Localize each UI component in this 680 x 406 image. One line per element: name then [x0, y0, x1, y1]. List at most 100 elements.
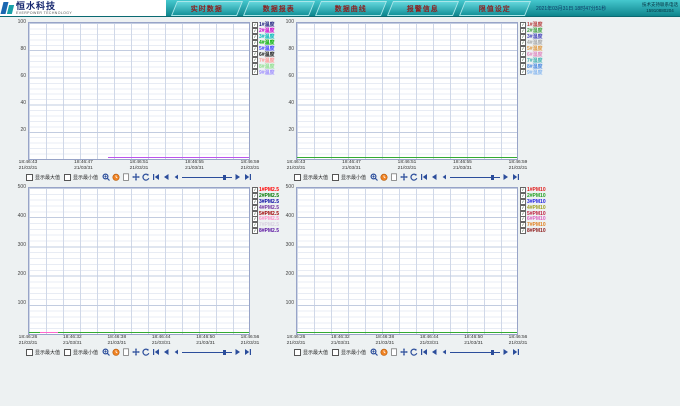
last-icon[interactable]: [512, 173, 520, 181]
y-axis-tick: 100: [270, 301, 294, 306]
page-icon[interactable]: [122, 173, 130, 181]
last-icon[interactable]: [244, 173, 252, 181]
zoom-in-icon[interactable]: [370, 348, 378, 356]
checkbox-min[interactable]: [64, 174, 71, 181]
pan-icon[interactable]: [132, 348, 140, 356]
zoom-in-icon[interactable]: [102, 173, 110, 181]
checkbox-min[interactable]: [64, 349, 71, 356]
pan-icon[interactable]: [132, 173, 140, 181]
y-axis-tick: 20: [270, 128, 294, 133]
x-axis-tick: 18:46:4321/03/31: [287, 160, 306, 171]
y-axis-tick: 400: [2, 214, 26, 219]
y-axis-tick: 500: [270, 185, 294, 190]
y-axis-tick: 500: [2, 185, 26, 190]
y-axis-tick: 60: [2, 74, 26, 79]
legend-item[interactable]: ✓9#湿度: [520, 69, 543, 75]
tab-label: 报警信息: [407, 4, 439, 14]
step-back-icon[interactable]: [440, 348, 448, 356]
x-axis: 18:46:2621/03/3118:46:3221/03/3118:46:38…: [296, 335, 518, 347]
refresh-icon[interactable]: [410, 173, 418, 181]
legend-checkbox[interactable]: ✓: [520, 69, 526, 75]
checkbox-max[interactable]: [294, 174, 301, 181]
x-axis-tick: 18:46:3821/03/31: [107, 335, 126, 346]
x-axis: 18:46:2621/03/3118:46:3221/03/3118:46:38…: [28, 335, 250, 347]
page-icon[interactable]: [122, 348, 130, 356]
tab-3[interactable]: 数据曲线: [315, 1, 387, 16]
series-line: [40, 332, 58, 333]
timer-icon[interactable]: [112, 173, 120, 181]
first-icon[interactable]: [152, 348, 160, 356]
checkbox-max[interactable]: [26, 349, 33, 356]
tab-label: 实时数据: [191, 4, 223, 14]
tab-4[interactable]: 报警信息: [387, 1, 459, 16]
chart-plot-pm10: [296, 187, 518, 335]
time-scrollbar-thumb[interactable]: [223, 350, 226, 355]
pan-icon[interactable]: [400, 173, 408, 181]
logo-icon: [2, 2, 13, 14]
timer-icon[interactable]: [380, 173, 388, 181]
next-icon[interactable]: [234, 348, 242, 356]
legend-label: 9#湿度: [527, 69, 543, 76]
zoom-in-icon[interactable]: [102, 348, 110, 356]
legend-item[interactable]: ✓8#PM10: [520, 228, 546, 234]
y-axis-tick: 100: [270, 20, 294, 25]
time-scrollbar[interactable]: [450, 350, 500, 355]
legend-checkbox[interactable]: ✓: [520, 228, 526, 234]
prev-icon[interactable]: [162, 173, 170, 181]
refresh-icon[interactable]: [410, 348, 418, 356]
x-axis-tick: 18:46:5021/03/31: [196, 335, 215, 346]
x-axis-tick: 18:46:4321/03/31: [19, 160, 38, 171]
x-axis-tick: 18:46:5921/03/31: [241, 160, 260, 171]
next-icon[interactable]: [502, 348, 510, 356]
next-icon[interactable]: [234, 173, 242, 181]
next-icon[interactable]: [502, 173, 510, 181]
time-scrollbar[interactable]: [182, 350, 232, 355]
legend-checkbox[interactable]: ✓: [252, 69, 258, 75]
first-icon[interactable]: [420, 173, 428, 181]
first-icon[interactable]: [152, 173, 160, 181]
time-scrollbar-thumb[interactable]: [491, 350, 494, 355]
checkbox-max-label: 显示最大值: [303, 174, 328, 181]
checkbox-min[interactable]: [332, 174, 339, 181]
time-scrollbar-thumb[interactable]: [491, 175, 494, 180]
chart-plot-pm25: [28, 187, 250, 335]
logo-title: 恒水科技: [16, 2, 72, 11]
x-axis-tick: 18:46:5121/03/31: [398, 160, 417, 171]
tab-2[interactable]: 数据报表: [243, 1, 315, 16]
step-back-icon[interactable]: [172, 173, 180, 181]
tab-1[interactable]: 实时数据: [171, 1, 243, 16]
page-icon[interactable]: [390, 173, 398, 181]
logo: 恒水科技 EVERPOWER TECHNOLOGY: [0, 0, 166, 16]
prev-icon[interactable]: [162, 348, 170, 356]
zoom-in-icon[interactable]: [370, 173, 378, 181]
time-scrollbar-thumb[interactable]: [223, 175, 226, 180]
x-axis-tick: 18:46:2621/03/31: [19, 335, 38, 346]
first-icon[interactable]: [420, 348, 428, 356]
chart-toolbar: 显示最大值显示最小值: [26, 347, 252, 357]
y-axis-tick: 80: [270, 47, 294, 52]
refresh-icon[interactable]: [142, 173, 150, 181]
pan-icon[interactable]: [400, 348, 408, 356]
time-scrollbar[interactable]: [182, 175, 232, 180]
tab-5[interactable]: 限值设定: [459, 1, 531, 16]
checkbox-max[interactable]: [26, 174, 33, 181]
step-back-icon[interactable]: [440, 173, 448, 181]
chart-toolbar: 显示最大值 显示最小值: [294, 172, 520, 182]
timer-icon[interactable]: [380, 348, 388, 356]
time-scrollbar[interactable]: [450, 175, 500, 180]
legend-checkbox[interactable]: ✓: [252, 228, 258, 234]
checkbox-min[interactable]: [332, 349, 339, 356]
last-icon[interactable]: [244, 348, 252, 356]
refresh-icon[interactable]: [142, 348, 150, 356]
checkbox-max[interactable]: [294, 349, 301, 356]
timer-icon[interactable]: [112, 348, 120, 356]
series-line: [297, 332, 517, 333]
checkbox-min-label: 显示最小值: [341, 174, 366, 181]
prev-icon[interactable]: [430, 173, 438, 181]
step-back-icon[interactable]: [172, 348, 180, 356]
page-icon[interactable]: [390, 348, 398, 356]
last-icon[interactable]: [512, 348, 520, 356]
prev-icon[interactable]: [430, 348, 438, 356]
y-axis-tick: 100: [2, 301, 26, 306]
checkbox-max-label: 显示最大值: [303, 349, 328, 356]
